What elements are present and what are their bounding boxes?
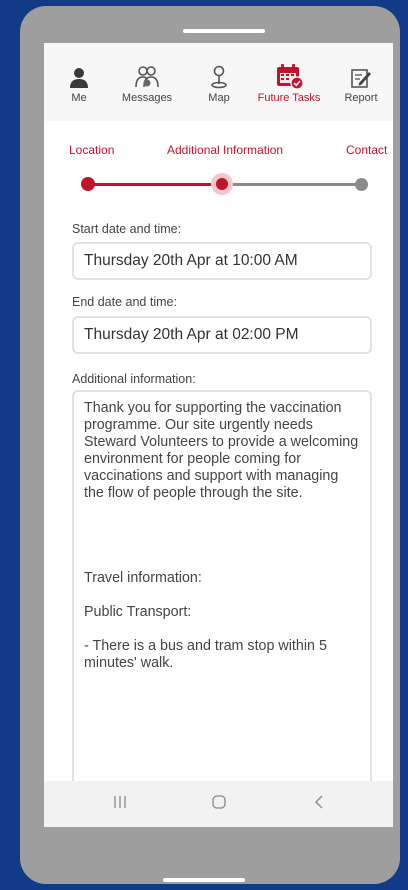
nav-label-report: Report xyxy=(344,92,378,104)
step-contact[interactable]: Contact xyxy=(346,143,387,157)
nav-label-messages: Messages xyxy=(121,92,173,104)
report-edit-icon xyxy=(351,69,371,88)
phone-speaker xyxy=(183,29,265,33)
back-chevron-icon[interactable] xyxy=(314,795,326,809)
map-pin-icon xyxy=(211,65,227,89)
start-date-field[interactable]: Thursday 20th Apr at 10:00 AM xyxy=(72,242,372,280)
nav-item-report[interactable]: Report xyxy=(326,61,393,104)
info-paragraph-transport: Public Transport: xyxy=(84,604,192,620)
nav-item-messages[interactable]: Messages xyxy=(112,61,182,104)
nav-item-future-tasks[interactable]: Future Tasks xyxy=(254,61,324,104)
nav-label-me: Me xyxy=(71,92,87,104)
home-circle-icon[interactable] xyxy=(211,795,227,809)
step-additional-information[interactable]: Additional Information xyxy=(167,143,283,157)
info-paragraph-intro: Thank you for supporting the vaccination… xyxy=(84,400,359,501)
nav-item-me[interactable]: Me xyxy=(44,61,114,104)
step-dot-current xyxy=(216,178,228,190)
step-dot-contact xyxy=(355,178,368,191)
end-date-field[interactable]: Thursday 20th Apr at 02:00 PM xyxy=(72,316,372,354)
progress-stepper: Location Additional Information Contact xyxy=(44,121,393,201)
end-date-label: End date and time: xyxy=(72,295,177,309)
nav-label-future-tasks: Future Tasks xyxy=(257,92,321,104)
progress-track-remaining xyxy=(224,183,362,186)
nav-label-map: Map xyxy=(208,92,230,104)
additional-info-textarea[interactable]: Thank you for supporting the vaccination… xyxy=(72,390,372,790)
info-paragraph-bus: - There is a bus and tram stop within 5 … xyxy=(84,638,327,671)
step-dot-location xyxy=(81,177,95,191)
recent-apps-icon[interactable] xyxy=(112,795,128,809)
calendar-check-icon xyxy=(277,64,303,89)
nav-item-map[interactable]: Map xyxy=(184,61,254,104)
app-screen: Me Messages Map Future Tasks Report Loca… xyxy=(44,43,393,827)
step-location[interactable]: Location xyxy=(69,143,114,157)
person-icon xyxy=(70,68,88,88)
progress-track-done xyxy=(88,183,224,186)
system-navigation-bar xyxy=(44,781,393,827)
info-paragraph-travel: Travel information: xyxy=(84,570,202,586)
start-date-label: Start date and time: xyxy=(72,222,182,236)
top-nav: Me Messages Map Future Tasks Report xyxy=(44,43,393,121)
people-icon xyxy=(135,66,159,88)
phone-home-bar xyxy=(163,878,245,882)
additional-info-label: Additional information: xyxy=(72,372,196,386)
